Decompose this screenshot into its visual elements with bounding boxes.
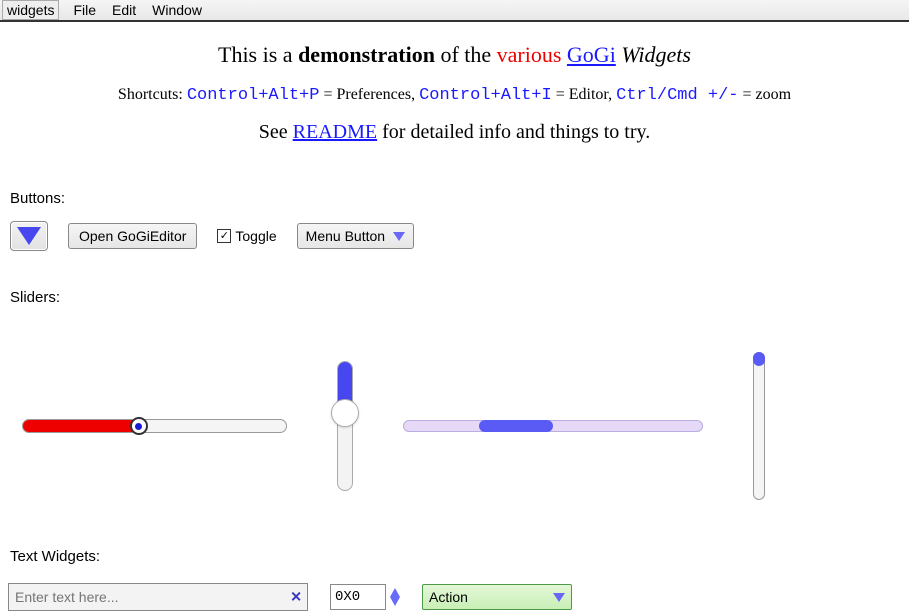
scrollbar-thumb[interactable] bbox=[479, 420, 554, 432]
readme-pre: See bbox=[259, 121, 293, 143]
shortcut-desc-editor: = Editor, bbox=[552, 86, 616, 103]
shortcut-key-prefs: Control+Alt+P bbox=[187, 86, 320, 105]
title-red: various bbox=[497, 42, 562, 67]
text-widgets-row: ✕ Action bbox=[8, 583, 905, 611]
spinner-input[interactable] bbox=[330, 584, 386, 610]
shortcut-key-editor: Control+Alt+I bbox=[419, 86, 552, 105]
combo-box[interactable]: Action bbox=[422, 584, 572, 610]
shortcut-desc-prefs: = Preferences, bbox=[319, 86, 419, 103]
menu-button-label: Menu Button bbox=[306, 228, 385, 244]
title-mid: of the bbox=[435, 42, 497, 67]
menu-button[interactable]: Menu Button bbox=[297, 223, 414, 249]
triangle-down-icon bbox=[17, 227, 41, 245]
title-pre: This is a bbox=[218, 42, 298, 67]
clear-icon[interactable]: ✕ bbox=[290, 589, 302, 606]
shortcut-key-zoom: Ctrl/Cmd +/- bbox=[616, 86, 738, 105]
triangle-button[interactable] bbox=[10, 221, 48, 251]
scrollbar-thumb[interactable] bbox=[753, 352, 765, 366]
menu-edit[interactable]: Edit bbox=[104, 0, 144, 20]
text-widgets-label: Text Widgets: bbox=[10, 548, 905, 565]
menubar: widgets File Edit Window bbox=[0, 0, 909, 22]
slider-thumb[interactable] bbox=[130, 417, 148, 435]
title-italic: Widgets bbox=[616, 42, 691, 67]
scrollbar-vertical[interactable] bbox=[753, 352, 765, 500]
text-input-wrap: ✕ bbox=[8, 583, 308, 611]
readme-line: See README for detailed info and things … bbox=[0, 121, 909, 144]
menu-app-name[interactable]: widgets bbox=[2, 0, 59, 20]
scrollbar-horizontal[interactable] bbox=[403, 420, 703, 432]
title-bold: demonstration bbox=[298, 42, 435, 67]
menu-file[interactable]: File bbox=[65, 0, 104, 20]
toggle-checkbox[interactable]: ✓ Toggle bbox=[217, 228, 276, 244]
shortcut-desc-zoom: = zoom bbox=[739, 86, 792, 103]
open-gogieditor-button[interactable]: Open GoGiEditor bbox=[68, 223, 197, 249]
chevron-down-icon bbox=[553, 593, 565, 602]
shortcuts-line: Shortcuts: Control+Alt+P = Preferences, … bbox=[0, 86, 909, 105]
page-title: This is a demonstration of the various G… bbox=[0, 42, 909, 68]
intro-block: This is a demonstration of the various G… bbox=[0, 42, 909, 144]
chevron-down-icon bbox=[393, 232, 405, 241]
menu-window[interactable]: Window bbox=[144, 0, 210, 20]
text-input[interactable] bbox=[8, 583, 308, 611]
sliders-label: Sliders: bbox=[10, 289, 905, 306]
combo-value: Action bbox=[429, 589, 468, 605]
readme-link[interactable]: README bbox=[293, 121, 377, 143]
shortcuts-prefix: Shortcuts: bbox=[118, 86, 187, 103]
slider-horizontal-red[interactable] bbox=[22, 419, 287, 433]
checkbox-icon: ✓ bbox=[217, 229, 231, 243]
readme-post: for detailed info and things to try. bbox=[377, 121, 650, 143]
slider-fill bbox=[23, 420, 144, 432]
buttons-row: Open GoGiEditor ✓ Toggle Menu Button bbox=[10, 221, 905, 251]
sliders-row bbox=[22, 346, 905, 506]
toggle-label: Toggle bbox=[235, 228, 276, 244]
buttons-label: Buttons: bbox=[10, 190, 905, 207]
slider-vertical-blue[interactable] bbox=[337, 361, 353, 491]
spinner bbox=[330, 584, 400, 610]
title-link-gogi[interactable]: GoGi bbox=[567, 42, 616, 67]
slider-thumb[interactable] bbox=[331, 399, 359, 427]
